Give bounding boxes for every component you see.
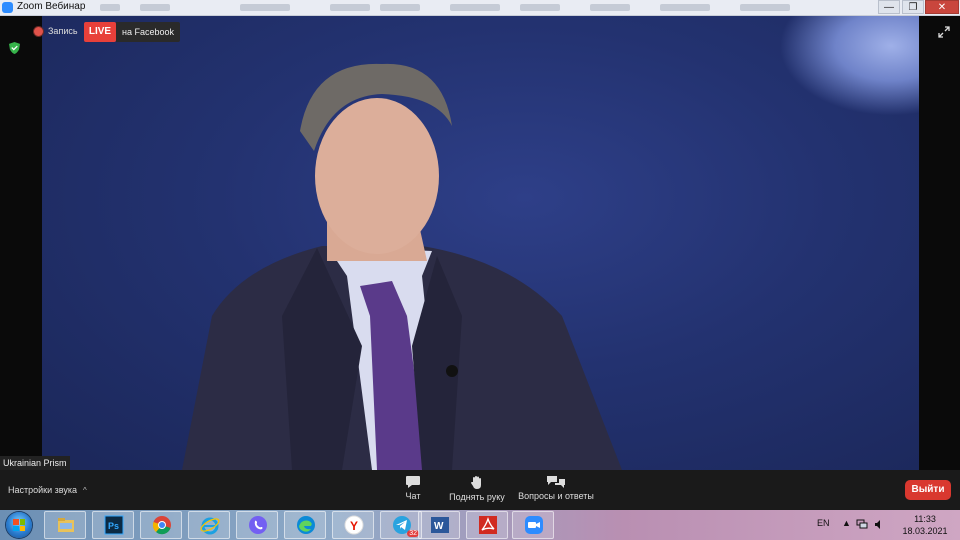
speaker-name-tag: Ukrainian Prism	[0, 456, 70, 470]
taskbar-yandex[interactable]: Y	[332, 511, 374, 539]
live-badge[interactable]: LIVE	[84, 22, 116, 42]
meeting-toolbar: Настройки звука ^ Чат Поднять руку Вопрос…	[0, 470, 960, 510]
network-icon[interactable]	[856, 519, 868, 530]
taskbar-ie[interactable]	[188, 511, 230, 539]
zoom-app-icon	[2, 2, 13, 13]
system-clock[interactable]: 11:33 18.03.2021	[894, 513, 956, 537]
yandex-icon: Y	[344, 515, 364, 535]
fullscreen-icon[interactable]	[938, 26, 950, 38]
photoshop-icon: Ps	[104, 515, 124, 535]
acrobat-icon	[479, 516, 497, 534]
recording-icon	[34, 27, 43, 36]
shield-icon[interactable]	[9, 42, 20, 54]
qa-label: Вопросы и ответы	[518, 491, 594, 501]
hand-icon	[471, 476, 481, 489]
ie-icon	[200, 517, 220, 535]
ghost-tab	[450, 4, 500, 11]
speaker-figure	[182, 63, 622, 470]
word-icon: W	[431, 517, 449, 533]
window-title-bar: Zoom Вебинар — ❐ ✕	[0, 0, 960, 16]
clock-date: 18.03.2021	[902, 526, 948, 536]
edge-icon	[297, 516, 315, 534]
ghost-tab	[380, 4, 420, 11]
audio-settings-label: Настройки звука	[8, 485, 77, 495]
caret-up-icon: ^	[82, 486, 87, 495]
ghost-tab	[590, 4, 630, 11]
chrome-icon	[152, 516, 171, 535]
svg-text:W: W	[434, 521, 444, 532]
windows-taskbar: Ps Y 32 W EN ▲ 11:33 18.03.2021	[0, 510, 960, 540]
leave-button[interactable]: Выйти	[905, 480, 951, 500]
svg-text:Y: Y	[350, 519, 358, 533]
chat-icon	[406, 476, 420, 488]
tray-arrow-icon[interactable]: ▲	[842, 518, 851, 528]
ghost-tab	[100, 4, 120, 11]
audio-settings-button[interactable]: Настройки звука ^	[8, 485, 87, 495]
ghost-tab	[240, 4, 290, 11]
window-title: Zoom Вебинар	[17, 1, 86, 12]
taskbar-word[interactable]: W	[418, 511, 460, 539]
taskbar-explorer[interactable]	[44, 511, 86, 539]
taskbar-photoshop[interactable]: Ps	[92, 511, 134, 539]
minimize-button[interactable]: —	[878, 0, 900, 14]
ghost-tab	[660, 4, 710, 11]
zoom-icon	[525, 516, 543, 534]
chat-button[interactable]: Чат	[398, 475, 428, 501]
maximize-button[interactable]: ❐	[902, 0, 924, 14]
video-stage	[0, 16, 960, 470]
close-button[interactable]: ✕	[925, 0, 959, 14]
taskbar-telegram[interactable]: 32	[380, 511, 422, 539]
start-button[interactable]	[6, 512, 32, 538]
speaker-video	[42, 16, 919, 470]
qa-icon	[547, 476, 565, 488]
viber-icon	[249, 516, 267, 534]
raise-hand-button[interactable]: Поднять руку	[446, 475, 508, 502]
chat-label: Чат	[405, 491, 421, 501]
ghost-tab	[330, 4, 370, 11]
ghost-tab	[520, 4, 560, 11]
taskbar-chrome[interactable]	[140, 511, 182, 539]
explorer-icon	[58, 518, 74, 532]
windows-logo-icon	[13, 519, 25, 531]
language-indicator[interactable]: EN	[817, 518, 830, 528]
ghost-tab	[740, 4, 790, 11]
raise-hand-label: Поднять руку	[449, 492, 505, 502]
recording-label: Запись	[48, 26, 78, 36]
live-destination-label[interactable]: на Facebook	[116, 22, 181, 42]
ghost-tab	[140, 4, 170, 11]
qa-button[interactable]: Вопросы и ответы	[515, 475, 597, 501]
svg-text:Ps: Ps	[108, 521, 119, 531]
clock-time: 11:33	[914, 514, 936, 524]
taskbar-viber[interactable]	[236, 511, 278, 539]
taskbar-acrobat[interactable]	[466, 511, 508, 539]
taskbar-edge[interactable]	[284, 511, 326, 539]
volume-icon[interactable]	[874, 519, 884, 530]
taskbar-zoom[interactable]	[512, 511, 554, 539]
